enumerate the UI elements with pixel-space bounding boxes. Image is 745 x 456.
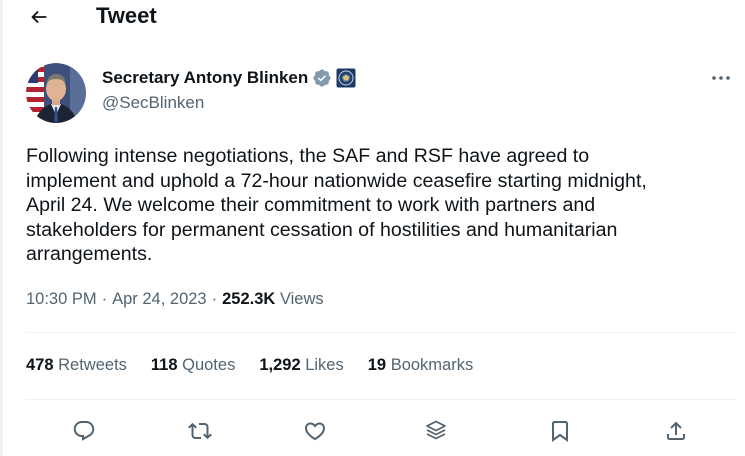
quotes-stat[interactable]: 118 Quotes [151, 356, 235, 375]
reply-icon [73, 421, 95, 441]
divider [26, 399, 736, 400]
layers-icon [426, 420, 446, 440]
government-seal-icon[interactable] [336, 68, 356, 88]
back-button[interactable] [22, 2, 56, 32]
likes-count: 1,292 [259, 356, 301, 374]
quotes-count: 118 [150, 356, 178, 374]
like-icon [304, 422, 326, 441]
meta-separator: · [101, 290, 108, 308]
meta-separator: · [211, 290, 218, 308]
more-options-button[interactable] [706, 66, 736, 90]
tweet-meta: 10:30 PM · Apr 24, 2023 · 252.3K Views [26, 290, 324, 309]
views-label: Views [279, 290, 324, 308]
divider [26, 332, 736, 333]
share-button[interactable] [659, 414, 693, 448]
verified-badge-icon[interactable] [312, 68, 332, 88]
bookmark-icon [552, 421, 568, 442]
avatar-image [26, 63, 86, 123]
bookmark-button[interactable] [543, 414, 577, 448]
likes-label: Likes [305, 356, 344, 374]
retweets-stat[interactable]: 478 Retweets [26, 356, 127, 375]
like-button[interactable] [298, 414, 332, 448]
arrow-left-icon [31, 10, 47, 24]
layers-button[interactable] [419, 414, 453, 448]
retweet-button[interactable] [183, 414, 217, 448]
tweet-text: Following intense negotiations, the SAF … [26, 145, 647, 265]
more-horizontal-icon [712, 76, 730, 80]
retweets-label: Retweets [58, 356, 127, 374]
column-border [0, 0, 3, 456]
retweets-count: 478 [26, 356, 54, 374]
bookmarks-label: Bookmarks [390, 356, 474, 374]
author-handle[interactable]: @SecBlinken [102, 93, 204, 113]
tweet-actions-bar [26, 410, 736, 450]
page-header: Tweet [0, 0, 745, 36]
retweet-icon [188, 422, 212, 440]
page-title: Tweet [96, 3, 157, 28]
author-display-name[interactable]: Secretary Antony Blinken [102, 68, 308, 88]
author-name-row: Secretary Antony Blinken [102, 67, 356, 89]
quotes-label: Quotes [182, 356, 236, 374]
tweet-date[interactable]: Apr 24, 2023 [112, 290, 207, 309]
engagement-stats: 478 Retweets 118 Quotes 1,292 Likes 19 B… [26, 356, 497, 375]
share-icon [667, 421, 685, 440]
likes-stat[interactable]: 1,292 Likes [259, 356, 343, 375]
tweet-time[interactable]: 10:30 PM [26, 290, 97, 309]
avatar[interactable] [26, 63, 86, 123]
bookmarks-count: 19 [367, 356, 387, 374]
bookmarks-stat[interactable]: 19 Bookmarks [368, 356, 473, 375]
reply-button[interactable] [67, 414, 101, 448]
views-count: 252.3K [222, 290, 276, 308]
